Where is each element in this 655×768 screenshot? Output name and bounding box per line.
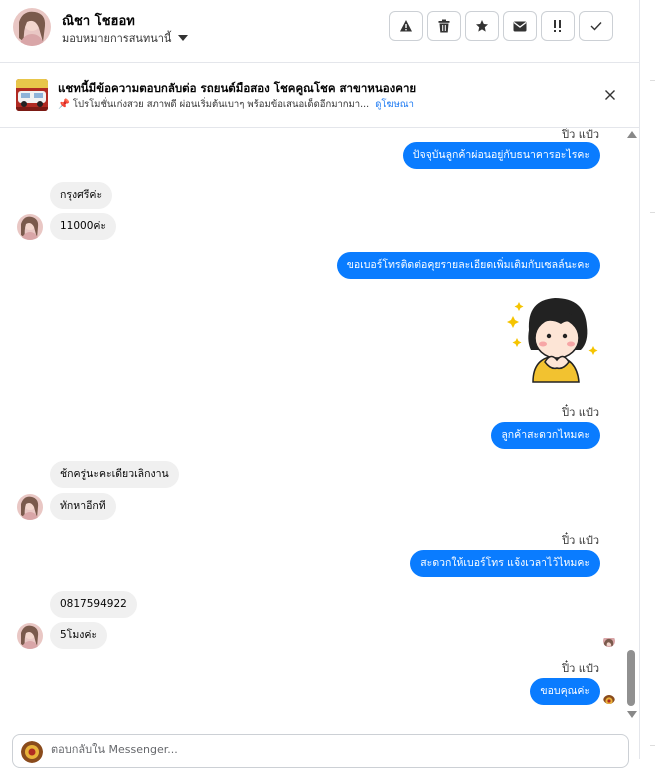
- urgent-icon: [554, 20, 561, 32]
- ad-referral-banner: แชทนี้มีข้อความตอบกลับต่อ รถยนต์มือสอง โ…: [0, 63, 639, 128]
- header-actions: [389, 11, 613, 41]
- sender-name: ปิ๋ว แป๋ว: [562, 534, 599, 547]
- chat-panel: ณิชา โชฮอท มอบหมายการสนทนานี้ แชทนี้มีข้…: [0, 0, 640, 768]
- outgoing-message[interactable]: ลูกค้าสะดวกไหมคะ: [491, 422, 600, 449]
- ad-subtitle: 📌 โปรโมชั่นเก่งสวย สภาพดี ผ่อนเริ่มต้นเบ…: [58, 97, 414, 112]
- message-list: ปิ๋ว แป๋ว ปัจจุบันลูกค้าผ่อนอยู่กับธนาคา…: [0, 128, 624, 730]
- page-avatar: [21, 741, 43, 763]
- contact-avatar-small: [17, 214, 43, 240]
- incoming-message[interactable]: 11000ค่ะ: [50, 213, 117, 240]
- ad-thumbnail[interactable]: [16, 79, 48, 111]
- contact-name: ณิชา โชฮอท: [62, 14, 135, 29]
- scroll-up-arrow-icon[interactable]: [627, 131, 637, 138]
- message-composer: [12, 734, 629, 768]
- caret-down-icon: [178, 35, 189, 41]
- divider: [650, 80, 655, 81]
- ad-description: 📌 โปรโมชั่นเก่งสวย สภาพดี ผ่อนเริ่มต้นเบ…: [58, 99, 370, 110]
- mark-unread-button[interactable]: [503, 11, 537, 41]
- close-icon: [605, 90, 615, 100]
- sender-name: ปิ๋ว แป๋ว: [562, 128, 599, 141]
- incoming-message[interactable]: 5โมงค่ะ: [50, 622, 108, 649]
- report-spam-button[interactable]: [389, 11, 423, 41]
- outgoing-message[interactable]: ขอบคุณค่ะ: [530, 678, 600, 705]
- divider: [650, 212, 655, 213]
- ad-title: แชทนี้มีข้อความตอบกลับต่อ รถยนต์มือสอง โ…: [58, 81, 417, 95]
- incoming-message[interactable]: 0817594922: [50, 591, 137, 618]
- outgoing-message[interactable]: สะดวกให้เบอร์โทร แจ้งเวลาไว้ไหมคะ: [410, 550, 600, 577]
- trash-icon: [438, 19, 450, 33]
- outgoing-message[interactable]: ปัจจุบันลูกค้าผ่อนอยู่กับธนาคารอะไรคะ: [402, 142, 600, 169]
- scrollbar-thumb[interactable]: [627, 650, 635, 706]
- star-button[interactable]: [465, 11, 499, 41]
- incoming-message[interactable]: ทักหาอีกที: [50, 493, 116, 520]
- read-receipt-avatar: [603, 635, 615, 647]
- assign-conversation-dropdown[interactable]: มอบหมายการสนทนานี้: [62, 29, 189, 47]
- outgoing-message[interactable]: ขอเบอร์โทรติดต่อคุยรายละเอียดเพิ่มเติมกั…: [336, 252, 600, 279]
- incoming-message[interactable]: ช้กครู่นะคะเดียวเลิกงาน: [50, 461, 179, 488]
- contact-avatar[interactable]: [13, 8, 51, 46]
- page-read-receipt-avatar: [603, 692, 615, 704]
- mark-done-button[interactable]: [579, 11, 613, 41]
- chat-header: ณิชา โชฮอท มอบหมายการสนทนานี้: [0, 0, 639, 63]
- warning-icon: [400, 20, 412, 32]
- delete-button[interactable]: [427, 11, 461, 41]
- sender-name: ปิ๋ว แป๋ว: [562, 406, 599, 419]
- reply-input[interactable]: [51, 743, 611, 756]
- check-icon: [590, 22, 602, 31]
- contact-avatar-small: [17, 494, 43, 520]
- star-icon: [476, 20, 488, 32]
- close-ad-banner-button[interactable]: [602, 87, 618, 103]
- contact-avatar-small: [17, 623, 43, 649]
- mark-urgent-button[interactable]: [541, 11, 575, 41]
- sender-name: ปิ๋ว แป๋ว: [562, 662, 599, 675]
- assign-label: มอบหมายการสนทนานี้: [62, 32, 172, 45]
- message-list-scrollbar[interactable]: [624, 128, 639, 730]
- right-sidebar-edge: [640, 0, 655, 759]
- view-ad-link[interactable]: ดูโฆษณา: [375, 99, 414, 110]
- incoming-message[interactable]: กรุงศรีค่ะ: [50, 182, 113, 209]
- scroll-down-arrow-icon[interactable]: [627, 711, 637, 718]
- divider: [650, 745, 655, 746]
- envelope-icon: [513, 21, 527, 31]
- sticker-image[interactable]: [503, 294, 599, 384]
